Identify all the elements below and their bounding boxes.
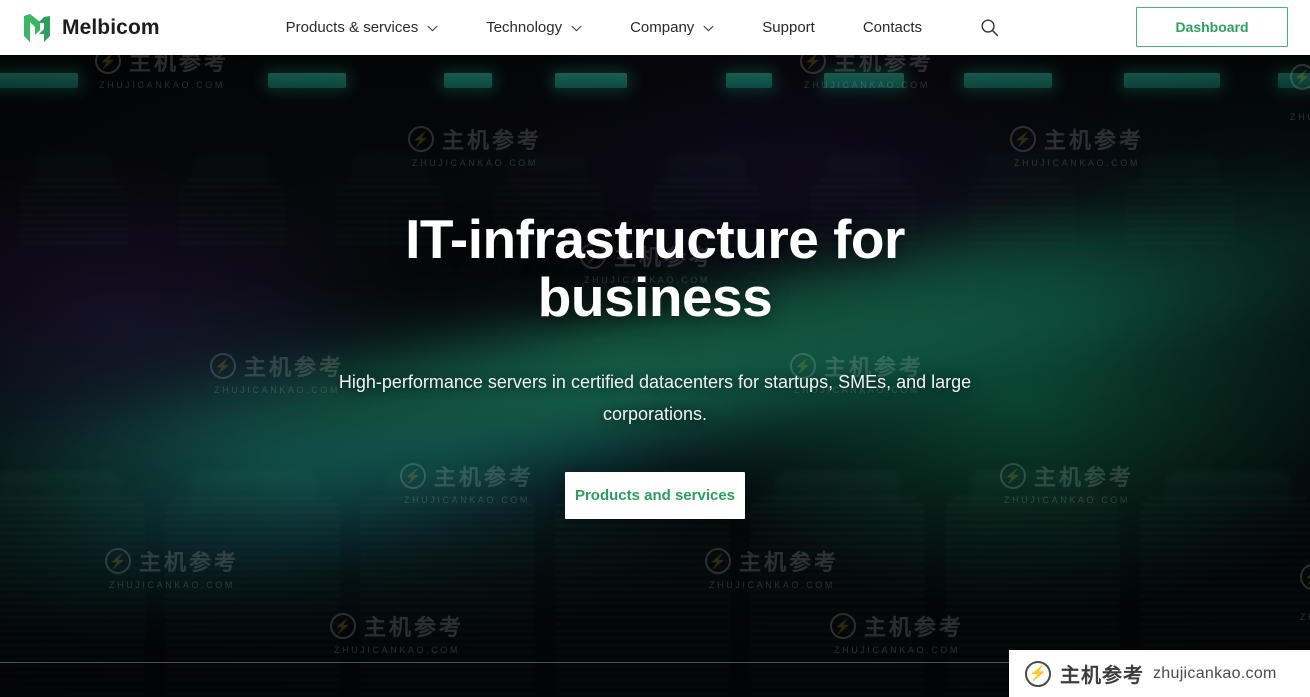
nav-label: Technology bbox=[486, 19, 563, 36]
nav-label: Products & services bbox=[285, 19, 419, 36]
nav-label: Support bbox=[762, 19, 815, 36]
nav-label: Company bbox=[630, 19, 695, 36]
main-navigation: Products & services Technology Company S… bbox=[262, 0, 1006, 55]
search-button[interactable] bbox=[972, 11, 1006, 45]
nav-item-technology[interactable]: Technology bbox=[462, 0, 606, 55]
products-and-services-cta-button[interactable]: Products and services bbox=[565, 472, 745, 519]
hero-section: ⚡主机参考 ZHUJICANKAO.COM ⚡主机参考 ZHUJICANKAO.… bbox=[0, 55, 1310, 697]
page-title: IT-infrastructure for business bbox=[405, 208, 905, 328]
watermark-bar: ⚡ 主机参考 zhujicankao.com bbox=[1009, 650, 1310, 697]
hero-subtitle: High-performance servers in certified da… bbox=[338, 372, 972, 424]
nav-item-products-services[interactable]: Products & services bbox=[262, 0, 463, 55]
nav-item-support[interactable]: Support bbox=[738, 0, 839, 55]
chevron-down-icon bbox=[427, 23, 438, 32]
nav-item-company[interactable]: Company bbox=[606, 0, 738, 55]
nav-label: Contacts bbox=[862, 19, 923, 36]
search-icon bbox=[980, 18, 999, 37]
dashboard-button[interactable]: Dashboard bbox=[1136, 7, 1288, 47]
hero-content: IT-infrastructure for business High-perf… bbox=[0, 55, 1310, 697]
watermark-bar-url: zhujicankao.com bbox=[1153, 664, 1277, 682]
chevron-down-icon bbox=[703, 23, 714, 32]
watermark-bar-cn: 主机参考 bbox=[1060, 665, 1144, 687]
site-header: Melbicom Products & services Technology … bbox=[0, 0, 1310, 55]
brand-logo-link[interactable]: Melbicom bbox=[22, 0, 160, 55]
nav-item-contacts[interactable]: Contacts bbox=[839, 0, 946, 55]
brand-name: Melbicom bbox=[62, 15, 160, 39]
melbicom-m-logo-icon bbox=[22, 12, 52, 44]
watermark-bar-logo-icon: ⚡ bbox=[1025, 660, 1051, 687]
chevron-down-icon bbox=[571, 23, 582, 32]
